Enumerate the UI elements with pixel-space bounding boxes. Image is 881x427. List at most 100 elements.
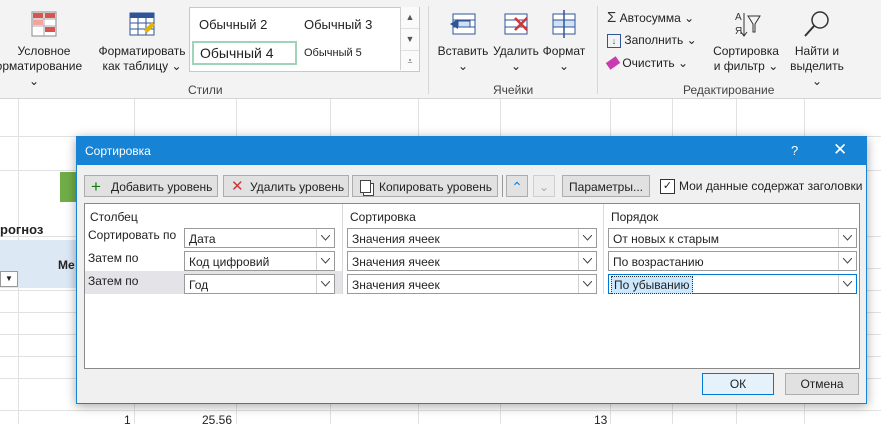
- chevron-down-icon[interactable]: [578, 229, 596, 247]
- autosum-button[interactable]: Σ Автосумма ⌄: [607, 9, 694, 26]
- sort-on-combo[interactable]: Значения ячеек: [347, 228, 597, 248]
- styles-down-icon[interactable]: ▼: [401, 29, 419, 51]
- ribbon: Условное форматирование ⌄ Форматировать …: [0, 0, 881, 99]
- format-as-table-button[interactable]: Форматировать как таблицу ⌄: [96, 8, 188, 74]
- svg-text:Я: Я: [735, 26, 742, 37]
- delete-chevron-icon: ⌄: [510, 59, 522, 73]
- row-label: Затем по: [88, 274, 139, 288]
- col-partial: Ме: [58, 258, 75, 272]
- order-header: Порядок: [611, 210, 659, 224]
- clear-label: Очистить: [622, 56, 675, 70]
- sigma-icon: Σ: [607, 9, 617, 26]
- combo-value: Значения ячеек: [352, 255, 440, 269]
- gridline: [0, 410, 881, 411]
- combo-value: По возрастанию: [613, 255, 704, 269]
- headers-checkbox[interactable]: ✓: [660, 179, 675, 194]
- style-normal-5[interactable]: Обычный 5: [304, 47, 362, 59]
- add-level-button[interactable]: + Добавить уровень: [84, 175, 218, 197]
- cell-value: 13: [594, 413, 608, 427]
- combo-value: Код цифровий: [189, 255, 270, 269]
- fill-button[interactable]: ↓ Заполнить ⌄: [607, 33, 697, 48]
- chevron-down-icon[interactable]: [316, 229, 334, 247]
- style-normal-2[interactable]: Обычный 2: [199, 17, 267, 32]
- chevron-down-icon[interactable]: [316, 275, 334, 293]
- sort-filter-icon: АЯ: [730, 8, 762, 40]
- styles-scroll[interactable]: ▲ ▼ ⩡: [400, 7, 419, 70]
- chevron-down-icon[interactable]: [838, 229, 856, 247]
- cancel-button[interactable]: Отмена: [785, 373, 859, 395]
- styles-more-icon[interactable]: ⩡: [401, 51, 419, 72]
- copy-level-label: Копировать уровень: [379, 180, 492, 194]
- sort-on-combo[interactable]: Значения ячеек: [347, 274, 597, 294]
- ribbon-separator: [428, 6, 429, 94]
- combo-value: Год: [189, 278, 209, 292]
- svg-text:А: А: [735, 12, 742, 23]
- conditional-format-label1: Условное: [17, 44, 71, 58]
- sort-filter-label1: Сортировка: [713, 44, 779, 58]
- cell-styles-gallery[interactable]: Обычный 2 Обычный 3 Обычный 4 Обычный 5: [189, 7, 420, 72]
- delete-level-button[interactable]: ✕ Удалить уровень: [223, 175, 349, 197]
- column-combo[interactable]: Дата: [184, 228, 335, 248]
- conditional-format-label2: форматирование ⌄: [0, 59, 83, 88]
- insert-cells-label: Вставить: [437, 44, 489, 58]
- options-button[interactable]: Параметры...: [562, 175, 650, 197]
- search-icon: [801, 8, 833, 40]
- combo-value: Дата: [189, 232, 216, 246]
- chevron-down-icon: ⌄: [686, 33, 697, 47]
- sort-on-header: Сортировка: [350, 210, 416, 224]
- style-normal-4[interactable]: Обычный 4: [192, 41, 297, 65]
- chevron-up-icon: ⌃: [511, 179, 523, 195]
- combo-value: Значения ячеек: [352, 278, 440, 292]
- chevron-down-icon[interactable]: [316, 252, 334, 270]
- chevron-down-icon[interactable]: [578, 275, 596, 293]
- autosum-label: Автосумма: [619, 11, 681, 25]
- find-select-label1: Найти и: [794, 44, 840, 58]
- move-up-button[interactable]: ⌃: [506, 175, 528, 197]
- column-combo[interactable]: Код цифровий: [184, 251, 335, 271]
- sort-on-combo[interactable]: Значения ячеек: [347, 251, 597, 271]
- format-chevron-icon: ⌄: [558, 59, 570, 73]
- fill-label: Заполнить: [624, 33, 684, 47]
- ok-button[interactable]: ОК: [702, 373, 774, 395]
- delete-cells-button[interactable]: Удалить ⌄: [490, 8, 542, 74]
- headers-checkbox-label: Мои данные содержат заголовки: [679, 179, 863, 193]
- cell-value: 1: [124, 413, 131, 427]
- format-cells-button[interactable]: Формат ⌄: [542, 8, 586, 74]
- chevron-down-icon: ⌄: [684, 11, 695, 25]
- find-select-button[interactable]: Найти и выделить ⌄: [786, 8, 848, 89]
- order-combo[interactable]: По возрастанию: [608, 251, 857, 271]
- toolbar-separator: [502, 175, 503, 197]
- column-separator: [603, 204, 604, 294]
- style-normal-3[interactable]: Обычный 3: [304, 17, 372, 32]
- move-down-button[interactable]: ⌄: [533, 175, 555, 197]
- plus-icon: +: [91, 177, 101, 196]
- help-icon[interactable]: ?: [791, 143, 798, 158]
- chevron-down-icon[interactable]: [838, 275, 856, 293]
- order-combo[interactable]: От новых к старым: [608, 228, 857, 248]
- combo-value: От новых к старым: [613, 232, 719, 246]
- copy-level-button[interactable]: Копировать уровень: [352, 175, 498, 197]
- filter-dropdown-icon[interactable]: ▼: [0, 271, 18, 287]
- styles-up-icon[interactable]: ▲: [401, 7, 419, 29]
- sort-filter-button[interactable]: АЯ Сортировка и фильтр ⌄: [708, 8, 784, 74]
- order-combo[interactable]: По убыванию: [608, 274, 857, 294]
- format-cells-icon: [548, 8, 580, 40]
- sort-levels-list: Столбец Сортировка Порядок Сортировать п…: [84, 203, 860, 369]
- insert-cells-icon: [447, 8, 479, 40]
- conditional-format-button[interactable]: Условное форматирование ⌄: [0, 8, 88, 89]
- dialog-titlebar[interactable]: Сортировка ? ✕: [77, 137, 866, 165]
- find-select-label2: выделить ⌄: [790, 59, 844, 88]
- format-table-label2: как таблицу ⌄: [102, 59, 182, 73]
- insert-cells-button[interactable]: Вставить ⌄: [436, 8, 490, 74]
- insert-chevron-icon: ⌄: [457, 59, 469, 73]
- clear-button[interactable]: Очистить ⌄: [605, 56, 688, 70]
- dialog-title: Сортировка: [85, 144, 151, 158]
- close-icon[interactable]: ✕: [833, 140, 847, 160]
- checkmark-icon: ✓: [662, 180, 673, 192]
- chevron-down-icon[interactable]: [838, 252, 856, 270]
- combo-value: По убыванию: [611, 276, 693, 294]
- sort-filter-label2: и фильтр ⌄: [713, 59, 779, 73]
- ribbon-separator: [597, 6, 598, 94]
- column-combo[interactable]: Год: [184, 274, 335, 294]
- chevron-down-icon[interactable]: [578, 252, 596, 270]
